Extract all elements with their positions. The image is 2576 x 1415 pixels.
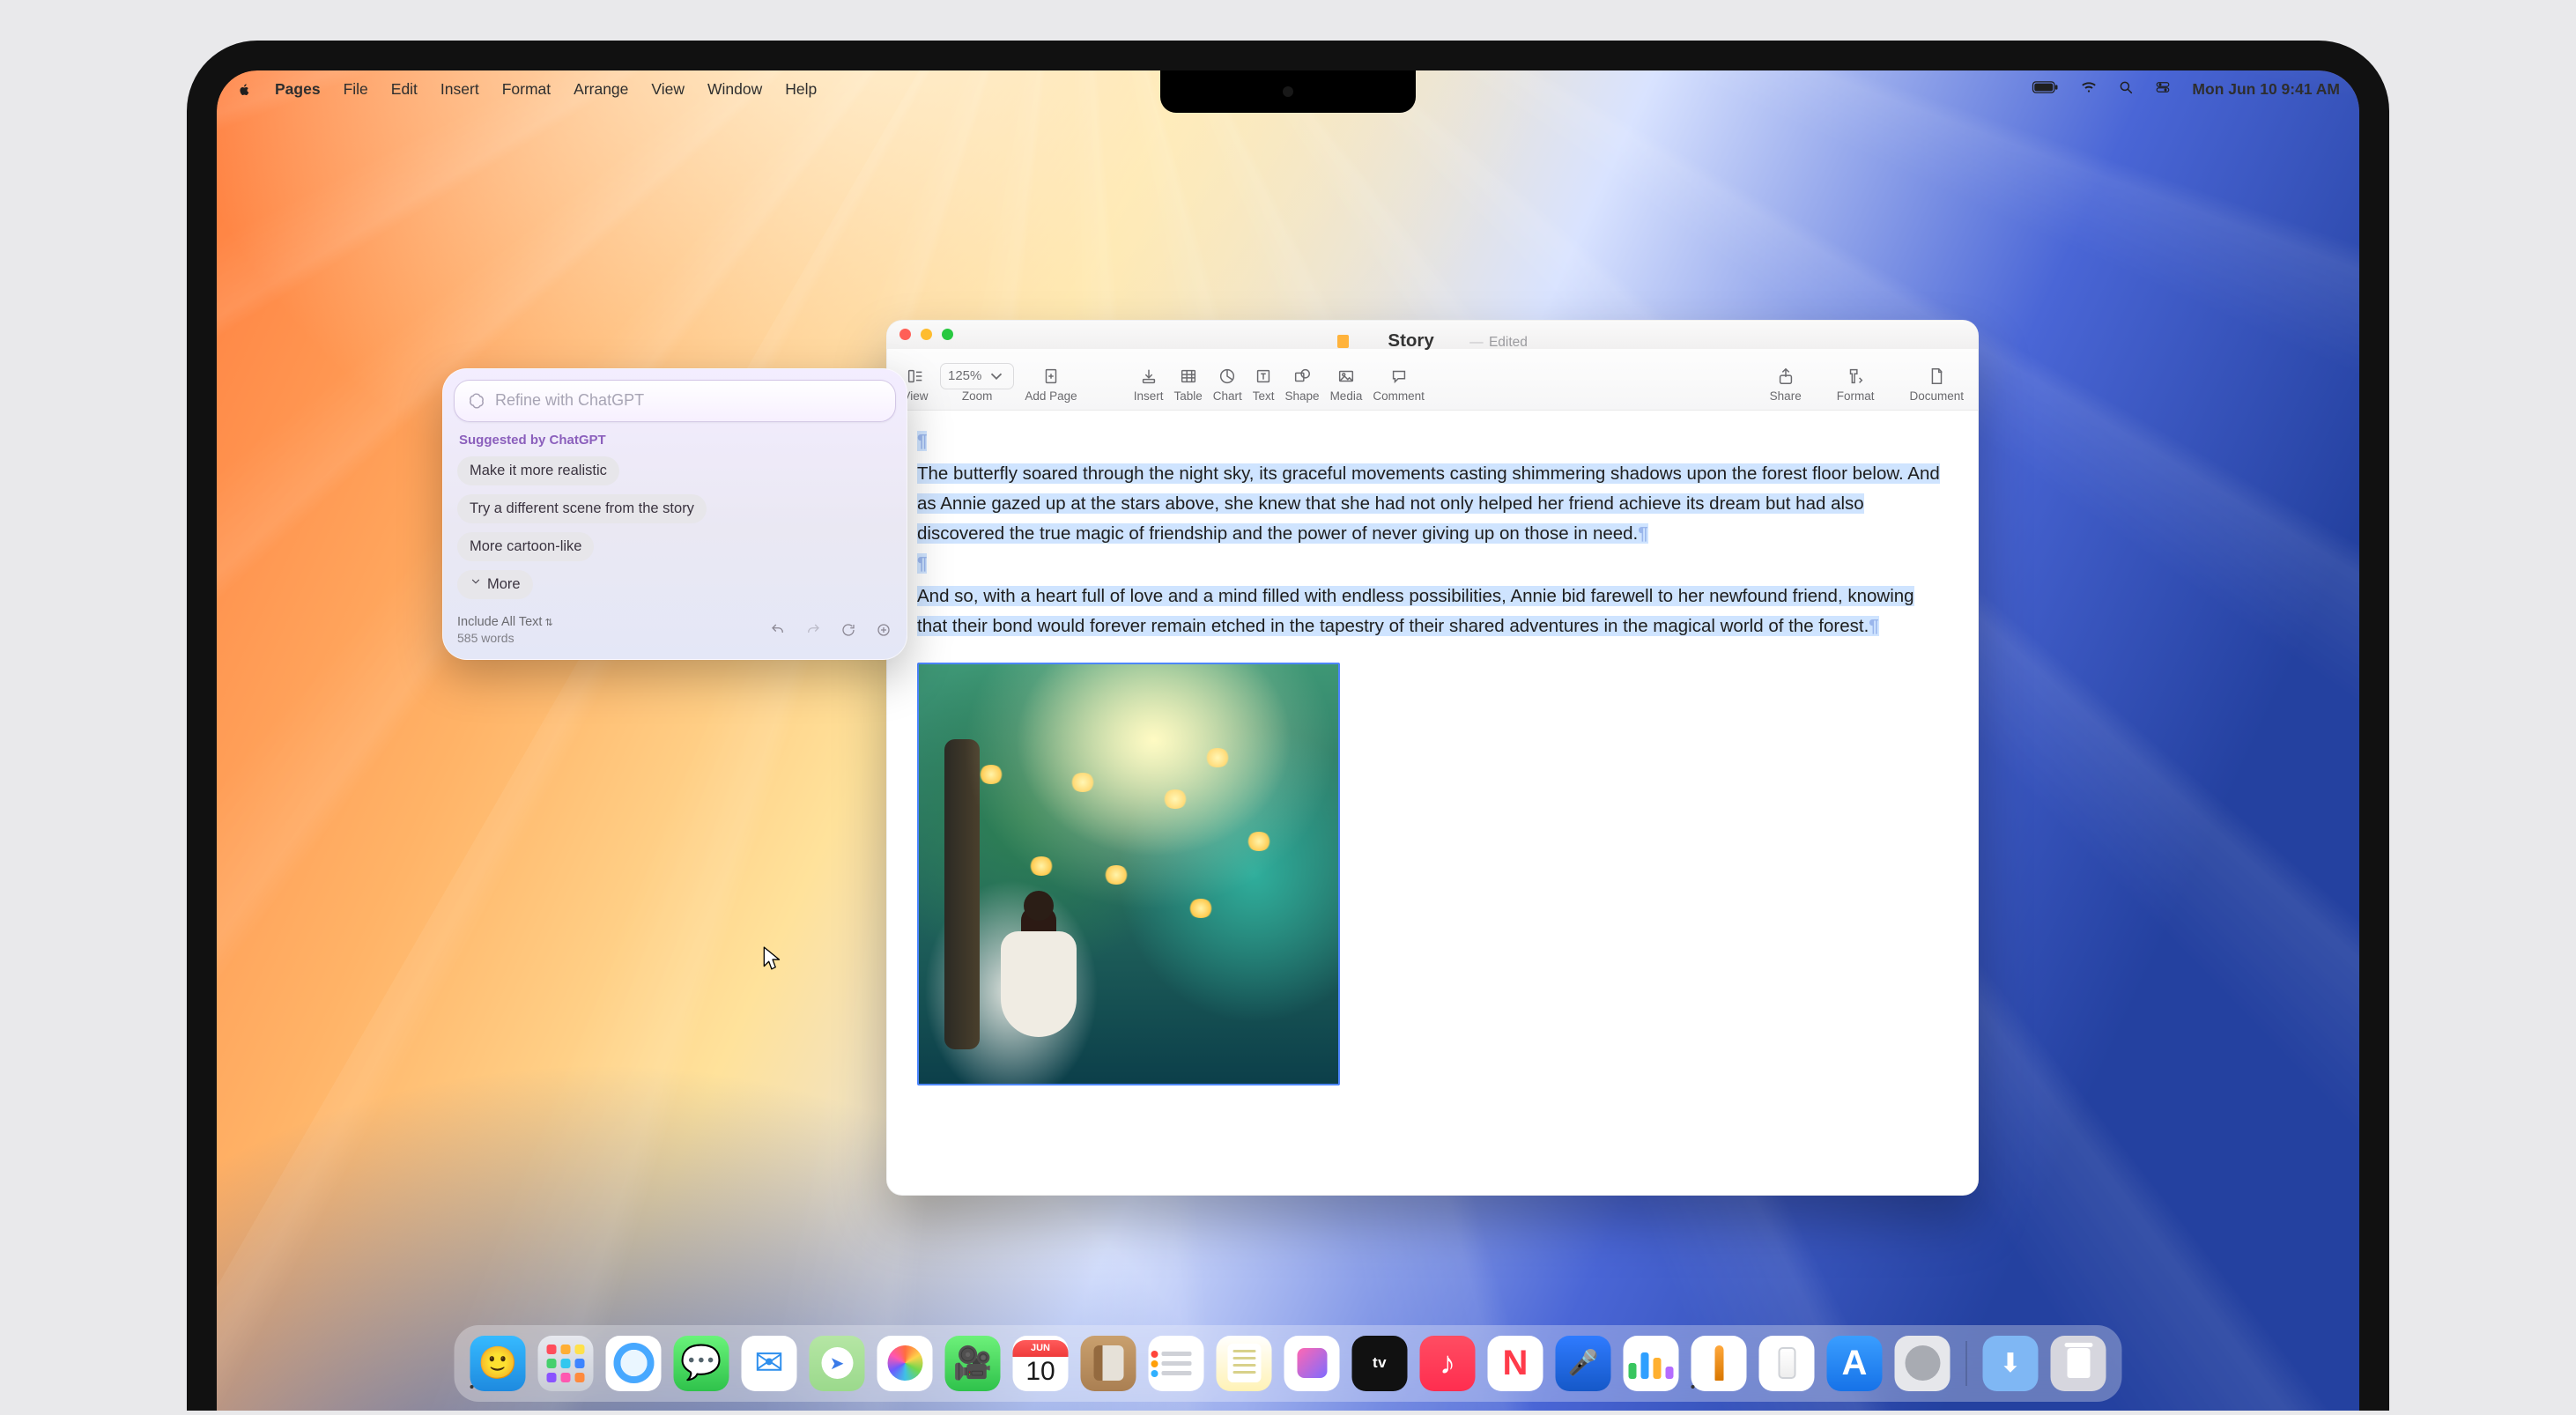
- toolbar-insert[interactable]: Insert: [1134, 367, 1164, 403]
- window-titlebar[interactable]: Story — Edited: [887, 321, 1978, 349]
- dock-downloads[interactable]: ⬇: [1983, 1336, 2039, 1391]
- dock-keynote[interactable]: 🎤: [1556, 1336, 1611, 1391]
- dock-tv[interactable]: tv: [1352, 1336, 1408, 1391]
- window-title: Story — Edited: [887, 326, 1978, 356]
- refine-panel: Refine with ChatGPT Suggested by ChatGPT…: [442, 368, 907, 660]
- dock-freeform[interactable]: [1284, 1336, 1340, 1391]
- toolbar-add-page[interactable]: Add Page: [1025, 367, 1077, 403]
- dock-calendar[interactable]: JUN10: [1013, 1336, 1069, 1391]
- pages-doc-icon: [1337, 335, 1349, 348]
- include-all-text[interactable]: Include All Text⇅: [457, 615, 553, 629]
- word-count: 585 words: [457, 631, 553, 645]
- pilcrow-mark: ¶: [917, 553, 927, 574]
- menubar-item-help[interactable]: Help: [785, 80, 817, 99]
- dock-pages[interactable]: [1691, 1336, 1747, 1391]
- dock-reminders[interactable]: [1149, 1336, 1204, 1391]
- mouse-cursor-icon: [763, 946, 782, 975]
- edited-label: Edited: [1489, 335, 1528, 350]
- dock-numbers[interactable]: [1624, 1336, 1679, 1391]
- dock-separator: [1966, 1341, 1967, 1386]
- story-image[interactable]: [917, 663, 1340, 1085]
- dock-contacts[interactable]: [1081, 1336, 1136, 1391]
- toolbar-chart[interactable]: Chart: [1213, 367, 1242, 403]
- toolbar-table[interactable]: Table: [1173, 367, 1202, 403]
- chatgpt-icon: [467, 391, 486, 411]
- menubar-item-view[interactable]: View: [651, 80, 685, 99]
- dock: 🙂 💬 ✉︎ ➤ 🎥 JUN10 tv ♪ N 🎤: [455, 1325, 2122, 1402]
- menubar-item-arrange[interactable]: Arrange: [574, 80, 628, 99]
- dock-facetime[interactable]: 🎥: [945, 1336, 1001, 1391]
- spotlight-search-icon[interactable]: [2118, 79, 2134, 100]
- suggestion-chip-different-scene[interactable]: Try a different scene from the story: [457, 494, 707, 523]
- dock-settings[interactable]: [1895, 1336, 1951, 1391]
- dock-notes[interactable]: [1217, 1336, 1272, 1391]
- add-icon[interactable]: [875, 621, 892, 639]
- menubar-item-file[interactable]: File: [344, 80, 368, 99]
- dock-finder[interactable]: 🙂: [470, 1336, 526, 1391]
- dock-news[interactable]: N: [1488, 1336, 1543, 1391]
- menubar-item-insert[interactable]: Insert: [440, 80, 479, 99]
- display-notch: [1160, 70, 1416, 113]
- redo-icon[interactable]: [804, 621, 822, 639]
- document-title: Story: [1358, 320, 1463, 372]
- up-down-icon: ⇅: [544, 618, 552, 628]
- toolbar-share[interactable]: Share: [1770, 367, 1802, 403]
- paragraph-2: And so, with a heart full of love and a …: [917, 586, 1914, 636]
- menubar-datetime[interactable]: Mon Jun 10 9:41 AM: [2192, 80, 2340, 99]
- suggestion-chip-realistic[interactable]: Make it more realistic: [457, 456, 619, 485]
- menubar-item-edit[interactable]: Edit: [391, 80, 418, 99]
- toolbar-media[interactable]: Media: [1330, 367, 1363, 403]
- refine-placeholder: Refine with ChatGPT: [495, 391, 644, 410]
- screen: Pages File Edit Insert Format Arrange Vi…: [217, 70, 2359, 1411]
- more-label: More: [487, 576, 521, 593]
- menubar-item-format[interactable]: Format: [502, 80, 551, 99]
- dock-app-store[interactable]: A: [1827, 1336, 1883, 1391]
- dock-safari[interactable]: [606, 1336, 662, 1391]
- laptop-bezel: Pages File Edit Insert Format Arrange Vi…: [187, 41, 2389, 1411]
- dock-music[interactable]: ♪: [1420, 1336, 1476, 1391]
- suggestion-chip-more[interactable]: More: [457, 570, 533, 599]
- refine-search-field[interactable]: Refine with ChatGPT: [454, 380, 896, 422]
- suggestion-chip-cartoon[interactable]: More cartoon-like: [457, 532, 594, 561]
- laptop: Pages File Edit Insert Format Arrange Vi…: [187, 41, 2389, 1411]
- toolbar-text[interactable]: Text: [1253, 367, 1275, 403]
- toolbar-zoom[interactable]: 125% Zoom: [940, 367, 1014, 403]
- document-body[interactable]: ¶ The butterfly soared through the night…: [887, 411, 1978, 1107]
- wifi-status-icon[interactable]: [2081, 79, 2097, 100]
- chevron-down-icon: [470, 575, 482, 592]
- undo-icon[interactable]: [769, 621, 787, 639]
- pilcrow-mark: ¶: [917, 431, 927, 451]
- apple-menu-icon[interactable]: [236, 82, 252, 98]
- suggested-label: Suggested by ChatGPT: [459, 433, 891, 448]
- battery-status-icon[interactable]: [2031, 81, 2060, 98]
- toolbar-format[interactable]: Format: [1837, 367, 1875, 403]
- dock-photos[interactable]: [877, 1336, 933, 1391]
- dock-messages[interactable]: 💬: [674, 1336, 729, 1391]
- dock-launchpad[interactable]: [538, 1336, 594, 1391]
- regenerate-icon[interactable]: [840, 621, 857, 639]
- paragraph-1: The butterfly soared through the night s…: [917, 463, 1940, 544]
- pages-window: Story — Edited View 125% Zoom: [886, 320, 1979, 1196]
- toolbar-comment[interactable]: Comment: [1373, 367, 1425, 403]
- toolbar-shape[interactable]: Shape: [1285, 367, 1320, 403]
- control-center-icon[interactable]: [2155, 79, 2171, 100]
- dock-xcode[interactable]: [1759, 1336, 1815, 1391]
- toolbar-document[interactable]: Document: [1909, 367, 1964, 403]
- dock-mail[interactable]: ✉︎: [742, 1336, 797, 1391]
- menubar-item-window[interactable]: Window: [707, 80, 762, 99]
- menubar-app-name[interactable]: Pages: [275, 80, 321, 99]
- dock-maps[interactable]: ➤: [810, 1336, 865, 1391]
- dock-trash[interactable]: [2051, 1336, 2106, 1391]
